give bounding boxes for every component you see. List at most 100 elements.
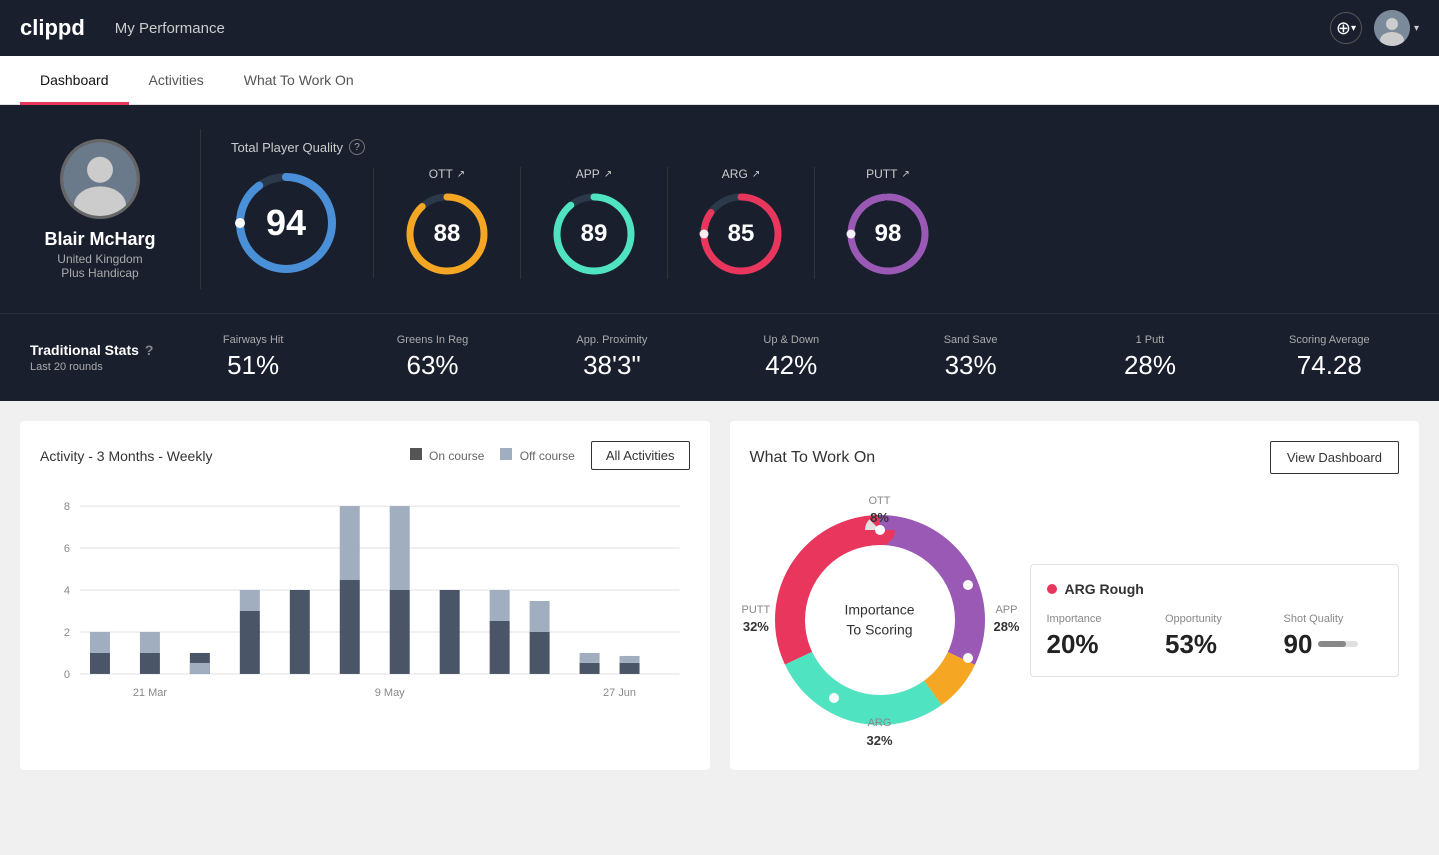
chart-svg: 8 6 4 2 0 [40,486,690,706]
app-score: 89 [581,220,608,248]
hero-divider [200,129,201,289]
view-dashboard-button[interactable]: View Dashboard [1270,441,1399,474]
player-avatar [60,139,140,219]
player-name: Blair McHarg [44,229,155,250]
top-nav: clippd My Performance ⊕ ▾ ▾ [0,0,1439,56]
quality-header: Total Player Quality ? [231,139,1409,155]
main-gauge-circle: 94 [231,168,341,278]
svg-text:27 Jun: 27 Jun [603,687,636,699]
wtwo-content: Importance To Scoring OTT 8% APP 28% ARG… [750,490,1400,750]
stat-scoring: Scoring Average 74.28 [1250,334,1409,381]
svg-text:8: 8 [64,501,70,513]
quality-section: Total Player Quality ? 94 OTT [231,139,1409,279]
svg-text:6: 6 [64,543,70,555]
user-avatar-wrapper[interactable]: ▾ [1374,10,1419,46]
wtwo-title: What To Work On [750,449,1270,467]
wtwo-card: What To Work On View Dashboard [730,421,1420,770]
metric-importance: Importance 20% [1047,613,1146,660]
svg-text:2: 2 [64,627,70,639]
svg-text:9 May: 9 May [375,687,405,699]
info-metrics: Importance 20% Opportunity 53% Shot Qual… [1047,613,1383,660]
red-dot-icon [1047,584,1057,594]
metric-shot-quality: Shot Quality 90 [1284,613,1383,660]
gauge-ott: OTT ↗ 88 [374,167,521,279]
player-country: United Kingdom [57,252,142,266]
svg-text:4: 4 [64,585,70,597]
arrow-icon: ↗ [604,169,612,180]
quality-title: Total Player Quality [231,140,343,155]
label-app: APP 28% [993,603,1019,637]
tabs-bar: Dashboard Activities What To Work On [0,56,1439,105]
logo[interactable]: clippd [20,15,85,41]
gauge-putt: PUTT ↗ 98 [815,167,961,279]
label-ott: OTT 8% [869,494,891,528]
ott-label: OTT ↗ [429,167,465,181]
stat-sandsave: Sand Save 33% [891,334,1050,381]
label-arg: ARG 32% [866,716,892,750]
tab-activities[interactable]: Activities [129,56,224,105]
label-putt: PUTT 32% [742,603,771,637]
player-handicap: Plus Handicap [61,266,138,280]
main-gauge: 94 [231,168,374,278]
gauge-arg: ARG ↗ 85 [668,167,815,279]
metric-bar: 90 [1284,629,1383,660]
svg-text:0: 0 [64,669,70,681]
chart-area: 8 6 4 2 0 [40,486,690,706]
gauge-app: APP ↗ 89 [521,167,668,279]
bar-fill [1318,641,1346,647]
stats-label-group: Traditional Stats ? Last 20 rounds [30,342,153,373]
metric-opportunity: Opportunity 53% [1165,613,1264,660]
bar-background [1318,641,1358,647]
chart-header: Activity - 3 Months - Weekly On course O… [40,441,690,470]
arg-score: 85 [728,220,755,248]
putt-score: 98 [875,220,902,248]
arg-label: ARG ↗ [722,167,760,181]
chart-legend: On course Off course [410,448,575,463]
help-icon[interactable]: ? [349,139,365,155]
arrow-icon: ↗ [901,169,909,180]
app-circle: 89 [549,189,639,279]
donut-center-text: Importance To Scoring [844,600,914,639]
stat-fairways: Fairways Hit 51% [173,334,332,381]
info-card-title: ARG Rough [1047,581,1383,597]
chevron-icon: ▾ [1351,23,1356,34]
putt-label: PUTT ↗ [866,167,910,181]
stats-help-icon[interactable]: ? [145,342,154,358]
info-card: ARG Rough Importance 20% Opportunity 53%… [1030,564,1400,677]
stat-proximity: App. Proximity 38'3" [532,334,691,381]
oncourse-legend: On course [410,448,485,463]
chevron-down-icon: ▾ [1414,23,1419,34]
stat-1putt: 1 Putt 28% [1070,334,1229,381]
activity-chart-card: Activity - 3 Months - Weekly On course O… [20,421,710,770]
ott-circle: 88 [402,189,492,279]
app-label: APP ↗ [576,167,612,181]
arg-circle: 85 [696,189,786,279]
putt-circle: 98 [843,189,933,279]
arrow-icon: ↗ [457,169,465,180]
stat-greens: Greens In Reg 63% [353,334,512,381]
stats-row: Traditional Stats ? Last 20 rounds Fairw… [0,313,1439,401]
donut-chart: Importance To Scoring OTT 8% APP 28% ARG… [750,490,1010,750]
main-content: Activity - 3 Months - Weekly On course O… [0,401,1439,790]
svg-text:21 Mar: 21 Mar [133,687,168,699]
stats-sub: Last 20 rounds [30,361,153,373]
stats-label: Traditional Stats ? [30,342,153,358]
tab-what-to-work-on[interactable]: What To Work On [224,56,374,105]
nav-actions: ⊕ ▾ ▾ [1330,10,1419,46]
nav-title: My Performance [115,20,1330,37]
add-button[interactable]: ⊕ ▾ [1330,12,1362,44]
offcourse-legend: Off course [500,448,574,463]
chart-title: Activity - 3 Months - Weekly [40,448,410,464]
quality-gauges: 94 OTT ↗ 88 AP [231,167,1409,279]
stat-updown: Up & Down 42% [712,334,871,381]
avatar [1374,10,1410,46]
main-score: 94 [266,202,306,244]
plus-icon: ⊕ [1336,18,1351,39]
hero-section: Blair McHarg United Kingdom Plus Handica… [0,105,1439,313]
wtwo-header: What To Work On View Dashboard [750,441,1400,474]
arrow-icon: ↗ [752,169,760,180]
ott-score: 88 [434,220,461,248]
all-activities-button[interactable]: All Activities [591,441,690,470]
player-info: Blair McHarg United Kingdom Plus Handica… [30,139,170,280]
tab-dashboard[interactable]: Dashboard [20,56,129,105]
